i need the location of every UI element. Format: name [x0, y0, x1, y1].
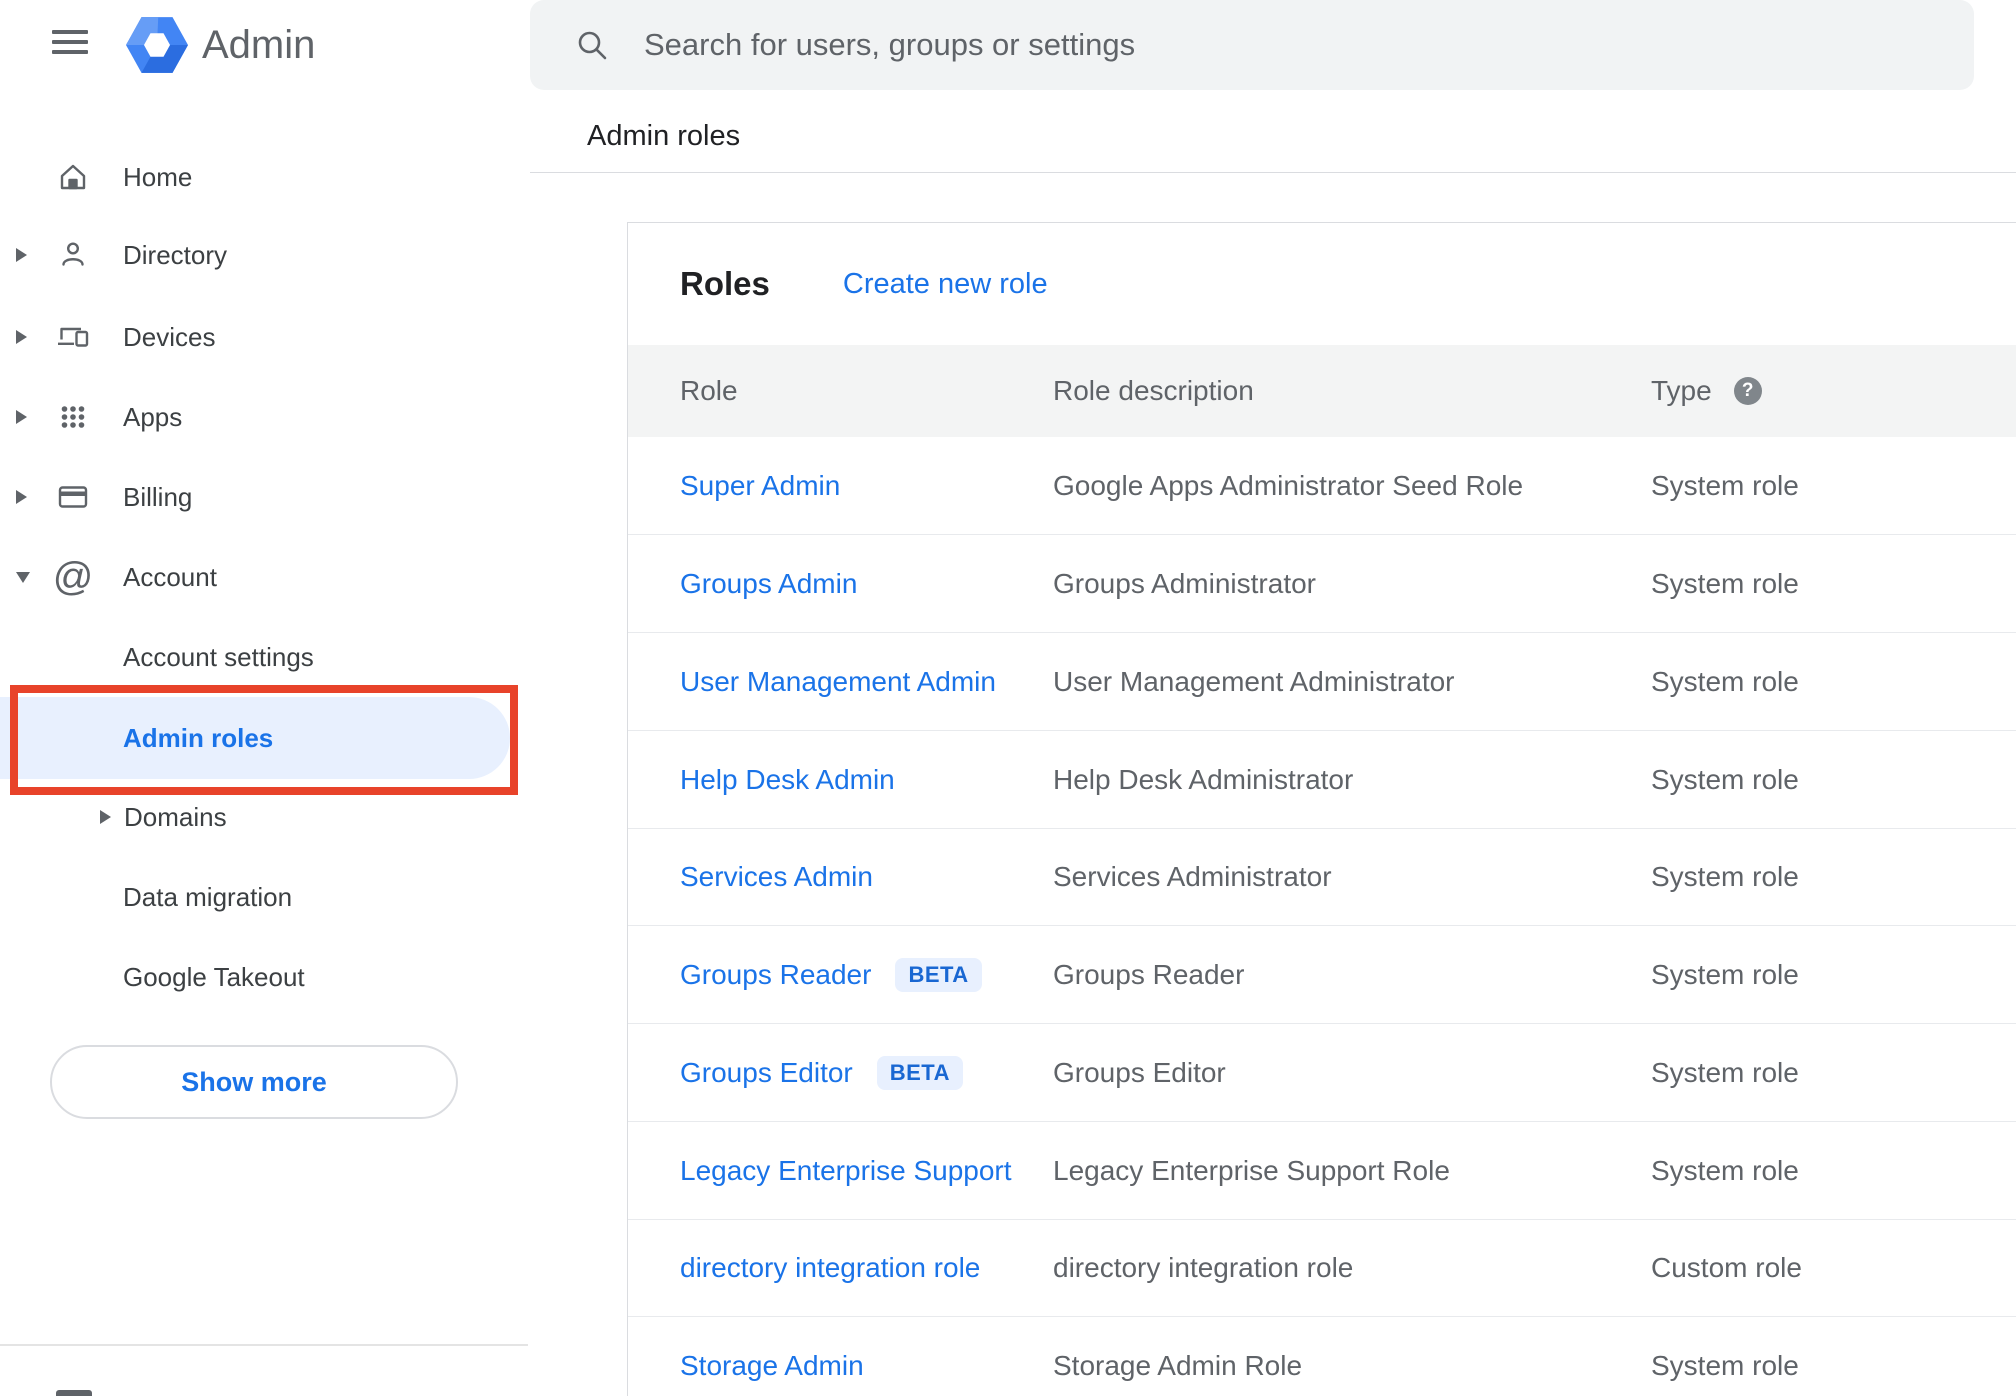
at-sign-icon: @ — [52, 555, 94, 599]
column-header-description: Role description — [1053, 375, 1254, 406]
sidebar-item-data-migration[interactable]: Data migration — [0, 857, 528, 937]
google-admin-logo-icon — [126, 16, 188, 74]
create-new-role-link[interactable]: Create new role — [843, 268, 1048, 301]
table-row: Super Admin Google Apps Administrator Se… — [628, 437, 2016, 535]
table-row: Legacy Enterprise Support Legacy Enterpr… — [628, 1122, 2016, 1220]
role-description: directory integration role — [1053, 1251, 1354, 1283]
sidebar-item-apps[interactable]: Apps — [0, 377, 528, 457]
expand-arrow-icon[interactable] — [100, 806, 112, 828]
sidebar-subitem-label: Account settings — [123, 641, 314, 672]
search-input[interactable] — [642, 26, 1974, 64]
collapse-arrow-icon[interactable] — [16, 566, 30, 588]
search-icon — [575, 28, 609, 62]
expand-arrow-icon[interactable] — [16, 244, 28, 266]
sidebar-item-label: Billing — [123, 481, 193, 512]
sidebar-item-directory[interactable]: Directory — [0, 215, 528, 295]
sidebar-item-admin-roles[interactable]: Admin roles — [0, 697, 510, 779]
sidebar-bottom-divider — [0, 1344, 528, 1346]
role-link[interactable]: User Management Admin — [680, 666, 996, 698]
expand-arrow-icon[interactable] — [16, 326, 28, 348]
role-link[interactable]: directory integration role — [680, 1252, 980, 1284]
role-link[interactable]: Storage Admin — [680, 1350, 864, 1382]
role-description: Google Apps Administrator Seed Role — [1053, 469, 1524, 501]
sidebar-item-devices[interactable]: Devices — [0, 297, 528, 377]
table-row: Help Desk Admin Help Desk Administrator … — [628, 731, 2016, 829]
table-header-row: Role Role description Type ? — [628, 345, 2016, 437]
sidebar-item-account[interactable]: @ Account — [0, 537, 528, 617]
role-type: System role — [1651, 763, 1799, 795]
card-title: Roles — [680, 265, 770, 302]
apps-grid-icon — [55, 399, 91, 435]
person-icon — [55, 237, 91, 273]
column-header-role: Role — [680, 375, 738, 406]
sidebar-item-label: Directory — [123, 239, 228, 270]
role-type: System role — [1651, 1056, 1799, 1088]
table-row: Groups Editor BETA Groups Editor System … — [628, 1024, 2016, 1122]
role-link[interactable]: Groups Admin — [680, 568, 857, 600]
role-type: System role — [1651, 1154, 1799, 1186]
sidebar: Admin Home Directory Devices Apps Billin… — [0, 0, 528, 1396]
no-expand-arrow — [16, 166, 28, 188]
show-more-button[interactable]: Show more — [50, 1045, 458, 1119]
role-type: System role — [1651, 1349, 1799, 1381]
expand-arrow-icon[interactable] — [16, 486, 28, 508]
role-link[interactable]: Groups Editor — [680, 1057, 853, 1089]
role-description: Storage Admin Role — [1053, 1349, 1303, 1381]
sidebar-subitem-label: Google Takeout — [123, 961, 305, 992]
sidebar-item-label: Apps — [123, 401, 183, 432]
role-description: User Management Administrator — [1053, 665, 1455, 697]
search-bar — [530, 0, 1974, 90]
role-type: System role — [1651, 567, 1799, 599]
table-row: Groups Admin Groups Administrator System… — [628, 535, 2016, 633]
home-icon — [55, 159, 91, 195]
table-row: User Management Admin User Management Ad… — [628, 633, 2016, 731]
role-description: Help Desk Administrator — [1053, 763, 1354, 795]
roles-card-header: Roles Create new role — [628, 223, 2016, 345]
role-link[interactable]: Super Admin — [680, 470, 840, 502]
role-description: Groups Administrator — [1053, 567, 1316, 599]
sidebar-item-domains[interactable]: Domains — [0, 777, 528, 857]
role-link[interactable]: Groups Reader — [680, 959, 871, 991]
sidebar-item-billing[interactable]: Billing — [0, 457, 528, 537]
sidebar-subitem-label: Data migration — [123, 881, 293, 912]
help-icon[interactable]: ? — [1733, 377, 1762, 405]
table-row: Storage Admin Storage Admin Role System … — [628, 1317, 2016, 1396]
table-row: Groups Reader BETA Groups Reader System … — [628, 926, 2016, 1024]
beta-badge: BETA — [876, 1055, 964, 1090]
expand-arrow-icon[interactable] — [16, 406, 28, 428]
role-type: System role — [1651, 665, 1799, 697]
role-type: System role — [1651, 860, 1799, 892]
column-header-type: Type ? — [1651, 375, 1762, 407]
clipped-bottom-icon — [56, 1390, 92, 1396]
role-description: Groups Reader — [1053, 958, 1245, 990]
beta-badge: BETA — [895, 957, 982, 992]
sidebar-item-home[interactable]: Home — [0, 137, 528, 217]
role-description: Groups Editor — [1053, 1056, 1226, 1088]
google-admin-console: Admin Home Directory Devices Apps Billin… — [0, 0, 2016, 1396]
sidebar-item-label: Devices — [123, 321, 216, 352]
table-row: directory integration role directory int… — [628, 1219, 2016, 1317]
hamburger-menu-icon[interactable] — [52, 30, 88, 54]
app-title: Admin — [202, 23, 316, 67]
role-link[interactable]: Legacy Enterprise Support — [680, 1155, 1012, 1187]
header-divider — [530, 172, 2016, 173]
sidebar-item-google-takeout[interactable]: Google Takeout — [0, 937, 528, 1017]
sidebar-subitem-label: Domains — [124, 801, 227, 832]
role-description: Legacy Enterprise Support Role — [1053, 1154, 1450, 1186]
role-type: Custom role — [1651, 1251, 1802, 1283]
role-link[interactable]: Help Desk Admin — [680, 764, 895, 796]
role-type: System role — [1651, 958, 1799, 990]
sidebar-item-account-settings[interactable]: Account settings — [0, 617, 528, 697]
role-description: Services Administrator — [1053, 860, 1332, 892]
roles-card: Roles Create new role Role Role descript… — [627, 222, 2016, 1396]
devices-icon — [55, 319, 91, 355]
table-row: Services Admin Services Administrator Sy… — [628, 828, 2016, 926]
sidebar-subitem-label: Admin roles — [123, 722, 274, 753]
role-link[interactable]: Services Admin — [680, 861, 873, 893]
sidebar-item-label: Home — [123, 161, 193, 192]
role-type: System role — [1651, 469, 1799, 501]
credit-card-icon — [55, 479, 91, 515]
breadcrumb: Admin roles — [587, 120, 741, 152]
sidebar-item-label: Account — [123, 561, 217, 592]
